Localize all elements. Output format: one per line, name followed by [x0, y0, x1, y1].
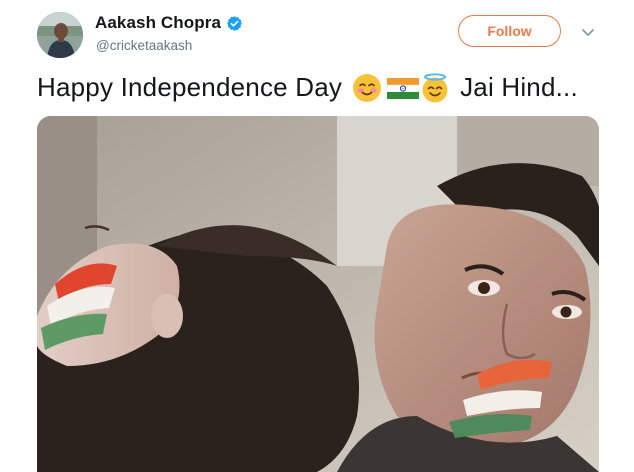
tweet-text: Happy Independence Day Jai Hind...: [37, 72, 578, 103]
smiling-face-with-halo-icon: [420, 72, 450, 103]
author-name-row[interactable]: Aakash Chopra: [95, 13, 243, 33]
avatar[interactable]: [37, 12, 83, 58]
tweet-text-main: Happy Independence Day: [37, 72, 343, 102]
emoji-group: [352, 72, 450, 103]
tweet-text-tail: Jai Hind...: [460, 72, 578, 102]
smiling-face-with-blush-icon: [352, 73, 382, 103]
india-flag-icon: [386, 73, 420, 103]
tweet-card: Aakash Chopra @cricketaakash Follow Happ…: [0, 0, 634, 472]
tweet-photo[interactable]: [37, 116, 599, 472]
verified-badge-icon: [226, 15, 243, 32]
follow-button[interactable]: Follow: [458, 15, 561, 47]
display-name[interactable]: Aakash Chopra: [95, 13, 221, 33]
user-handle[interactable]: @cricketaakash: [96, 38, 192, 53]
chevron-down-icon[interactable]: [578, 22, 598, 42]
